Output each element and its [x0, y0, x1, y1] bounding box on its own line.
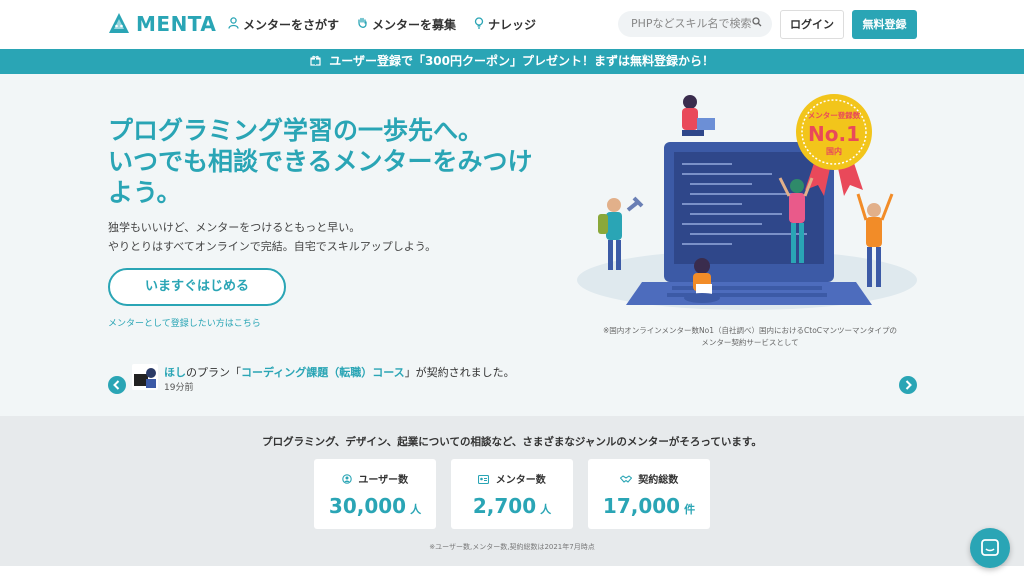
signup-button[interactable]: 無料登録: [852, 10, 917, 39]
stat-unit: 人: [410, 503, 422, 516]
stat-value: 2,700: [472, 494, 537, 518]
nav-knowledge-label: ナレッジ: [488, 18, 537, 32]
hero-title-line: いつでも相談できるメンターをみつけ: [108, 147, 533, 176]
ticker-text-mid: のプラン「: [186, 366, 241, 379]
stat-value: 17,000: [602, 494, 681, 518]
ticker-user-link[interactable]: ほし: [164, 366, 186, 379]
search-icon[interactable]: [752, 11, 762, 37]
bulb-icon: [474, 17, 484, 32]
prev-arrow-button[interactable]: [108, 376, 126, 394]
stats-section: プログラミング、デザイン、起業についての相談など、さまざまなジャンルのメンターが…: [0, 416, 1024, 566]
stat-label: ユーザー数: [358, 475, 409, 486]
hand-icon: [357, 17, 368, 32]
badge-main-text: No.1: [808, 122, 860, 146]
start-now-button[interactable]: いますぐはじめる: [108, 268, 286, 306]
contract-ticker-text: ほしのプラン「コーディング課題（転職）コース」が契約されました。: [164, 364, 515, 380]
chevron-left-icon: [113, 380, 120, 390]
search-placeholder: PHPなどスキル名で検索: [631, 17, 752, 30]
ticker-text-end: 」が契約されました。: [404, 366, 515, 379]
stat-value: 30,000: [328, 494, 407, 518]
user-circle-icon: [342, 474, 355, 486]
ticker-time: 19分前: [164, 383, 194, 393]
gift-icon: [310, 54, 325, 68]
badge-top-text: メンター登録数: [808, 110, 861, 120]
coupon-banner[interactable]: ユーザー登録で「300円クーポン」プレゼント！まずは無料登録から！: [0, 49, 1024, 74]
stat-unit: 人: [540, 503, 552, 516]
ticker-plan-link[interactable]: コーディング課題（転職）コース: [241, 366, 405, 379]
id-card-icon: [478, 474, 492, 486]
handshake-icon: [619, 475, 635, 486]
stat-card-contracts: 契約総数 17,000 件: [588, 459, 710, 529]
logo-text: MENTA: [136, 12, 217, 36]
nav-recruit-mentor[interactable]: メンターを募集: [357, 16, 456, 33]
hero-title: プログラミング学習の一歩先へ。 いつでも相談できるメンターをみつけ よう。: [108, 115, 568, 208]
nav-recruit-mentor-label: メンターを募集: [372, 18, 457, 32]
next-arrow-button[interactable]: [899, 376, 917, 394]
avatar: [132, 364, 158, 390]
mentor-register-link[interactable]: メンターとして登録したい方はこちら: [108, 316, 261, 329]
page-bottom: [0, 566, 1024, 582]
stat-label: 契約総数: [638, 475, 679, 486]
main-nav: メンターをさがす メンターを募集 ナレッジ: [228, 16, 554, 33]
chat-launcher-button[interactable]: [970, 528, 1010, 568]
stat-unit: 件: [684, 503, 696, 516]
footnote-line: メンター契約サービスとして: [701, 338, 799, 347]
nav-knowledge[interactable]: ナレッジ: [474, 16, 536, 33]
stats-lead: プログラミング、デザイン、起業についての相談など、さまざまなジャンルのメンターが…: [262, 436, 762, 448]
stat-card-users: ユーザー数 30,000 人: [314, 459, 436, 529]
nav-find-mentor-label: メンターをさがす: [243, 18, 340, 32]
person-icon: [228, 17, 239, 32]
chevron-right-icon: [905, 380, 912, 390]
logo-mark-icon: [109, 13, 129, 33]
stats-footnote: ※ユーザー数,メンター数,契約総数は2021年7月時点: [429, 543, 595, 551]
menta-logo[interactable]: MENTA: [108, 12, 216, 36]
illustration-footnote: ※国内オンラインメンター数No1（自社調べ）国内におけるCtoCマンツーマンタイ…: [600, 325, 900, 349]
banner-text: ユーザー登録で「300円クーポン」プレゼント！まずは無料登録から！: [329, 54, 714, 68]
hero-subtitle-line: 独学もいいけど、メンターをつけるともっと早い。: [108, 221, 361, 234]
site-header: MENTA メンターをさがす メンターを募集 ナレッジ PHPなどスキル名で検索…: [0, 0, 1024, 49]
chat-icon: [981, 539, 999, 556]
footnote-line: ※国内オンラインメンター数No1（自社調べ）国内におけるCtoCマンツーマンタイ…: [602, 326, 898, 335]
hero-subtitle: 独学もいいけど、メンターをつけるともっと早い。 やりとりはすべてオンラインで完結…: [108, 218, 436, 256]
hero-title-line: プログラミング学習の一歩先へ。: [108, 116, 484, 145]
login-button[interactable]: ログイン: [780, 10, 844, 39]
nav-find-mentor[interactable]: メンターをさがす: [228, 16, 339, 33]
stat-card-mentors: メンター数 2,700 人: [451, 459, 573, 529]
hero-subtitle-line: やりとりはすべてオンラインで完結。自宅でスキルアップしよう。: [108, 240, 437, 253]
hero-title-line: よう。: [108, 178, 182, 207]
person-with-laptop-icon: [682, 95, 715, 136]
stat-label: メンター数: [495, 475, 546, 486]
badge-bottom-text: 国内: [826, 146, 842, 156]
hero-illustration: メンター登録数 No.1 国内: [577, 94, 917, 310]
search-input[interactable]: PHPなどスキル名で検索: [618, 11, 772, 37]
